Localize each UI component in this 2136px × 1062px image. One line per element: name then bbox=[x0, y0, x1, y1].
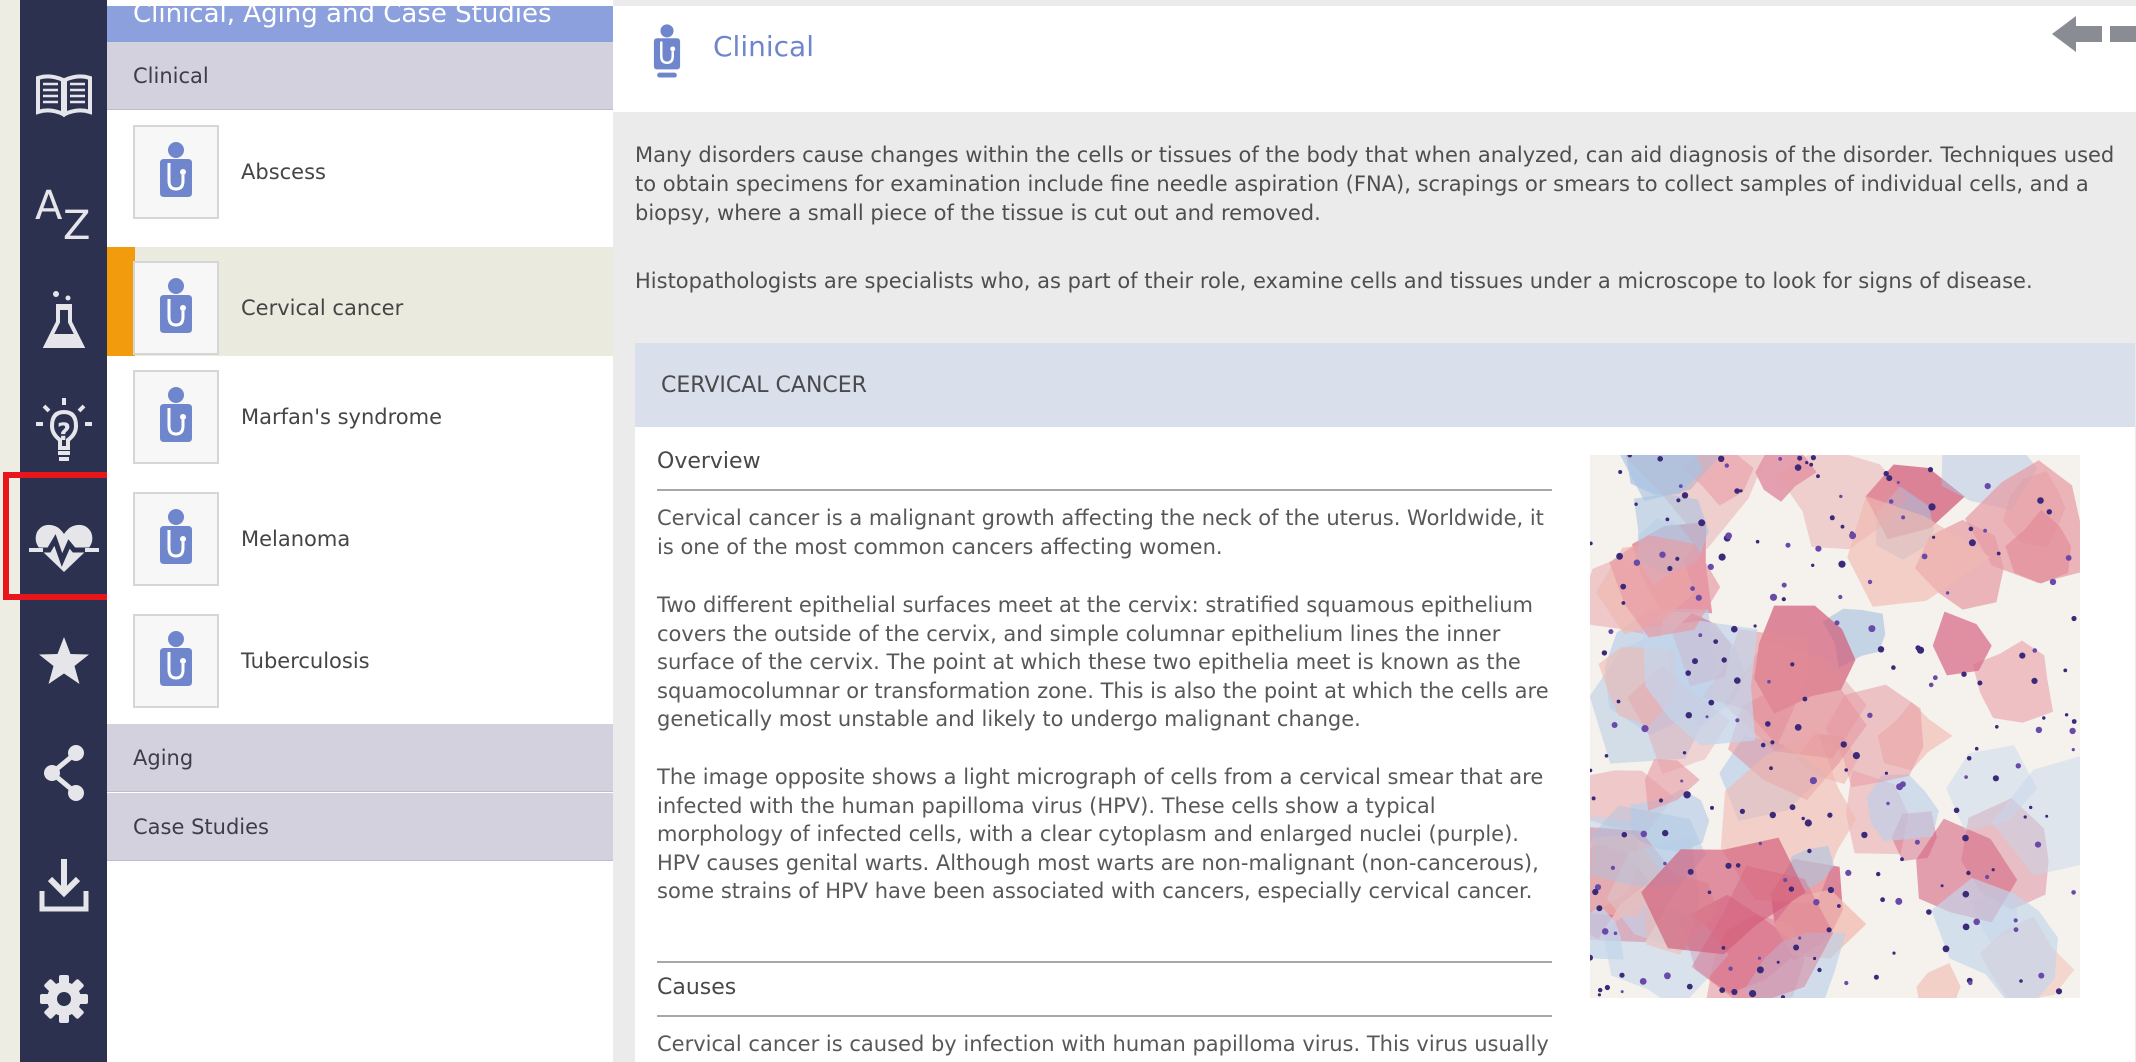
icon-rail: A Z ? bbox=[20, 0, 107, 1062]
category-case-studies[interactable]: Case Studies bbox=[107, 793, 613, 861]
intro-paragraph: Histopathologists are specialists who, a… bbox=[635, 269, 2033, 293]
section-title-causes: Causes bbox=[657, 975, 737, 1000]
intro-paragraph: Many disorders cause changes within the … bbox=[635, 143, 2115, 225]
causes-paragraph: Cervical cancer is caused by infection w… bbox=[657, 1032, 1549, 1056]
topic-list-header: Clinical, Aging and Case Studies bbox=[107, 6, 613, 42]
selected-indicator bbox=[107, 247, 135, 369]
cervical-smear-micrograph bbox=[1590, 455, 2080, 998]
topic-label: Melanoma bbox=[241, 527, 351, 551]
overview-paragraph: Two different epithelial surfaces meet a… bbox=[657, 593, 1549, 731]
topic-label: Cervical cancer bbox=[241, 296, 404, 320]
clinical-person-icon bbox=[649, 18, 685, 92]
section-title-overview: Overview bbox=[657, 449, 761, 474]
category-clinical[interactable]: Clinical bbox=[107, 42, 613, 110]
topic-item-melanoma[interactable]: Melanoma bbox=[107, 478, 613, 600]
section-divider bbox=[657, 961, 1552, 963]
topic-label: Abscess bbox=[241, 160, 326, 184]
content-header: Clinical bbox=[613, 6, 2136, 112]
svg-text:A: A bbox=[35, 185, 63, 229]
article-title: CERVICAL CANCER bbox=[635, 343, 2135, 427]
download-icon[interactable] bbox=[20, 850, 107, 920]
svg-text:Z: Z bbox=[63, 203, 90, 241]
book-icon[interactable] bbox=[20, 60, 107, 130]
share-icon[interactable] bbox=[20, 738, 107, 808]
topic-label: Tuberculosis bbox=[241, 649, 370, 673]
clinical-person-icon bbox=[133, 614, 219, 708]
heartbeat-icon[interactable] bbox=[20, 513, 107, 583]
topic-item-tuberculosis[interactable]: Tuberculosis bbox=[107, 600, 613, 722]
topic-item-marfans-syndrome[interactable]: Marfan's syndrome bbox=[107, 356, 613, 478]
topic-label: Marfan's syndrome bbox=[241, 405, 442, 429]
page-title: Clinical bbox=[713, 30, 814, 63]
section-divider bbox=[657, 489, 1552, 491]
idea-question-icon[interactable]: ? bbox=[20, 396, 107, 466]
topic-item-cervical-cancer[interactable]: Cervical cancer bbox=[107, 247, 613, 369]
overview-paragraph: The image opposite shows a light microgr… bbox=[657, 765, 1544, 903]
topic-list-panel: Clinical, Aging and Case Studies Clinica… bbox=[107, 0, 613, 1062]
clinical-person-icon bbox=[133, 370, 219, 464]
clinical-person-icon bbox=[133, 125, 219, 219]
clinical-person-icon bbox=[133, 492, 219, 586]
overview-paragraph: Cervical cancer is a malignant growth af… bbox=[657, 506, 1544, 559]
gear-icon[interactable] bbox=[20, 964, 107, 1034]
flask-icon[interactable] bbox=[20, 285, 107, 355]
section-divider bbox=[657, 1015, 1552, 1017]
back-arrow-icon[interactable] bbox=[2050, 12, 2136, 64]
category-aging[interactable]: Aging bbox=[107, 724, 613, 792]
star-icon[interactable] bbox=[20, 626, 107, 696]
article-panel: CERVICAL CANCER Overview Cervical cancer… bbox=[635, 343, 2135, 1062]
clinical-person-icon bbox=[133, 261, 219, 355]
topic-item-abscess[interactable]: Abscess bbox=[107, 111, 613, 233]
a-z-index-icon[interactable]: A Z bbox=[20, 178, 107, 248]
svg-text:?: ? bbox=[57, 418, 71, 446]
main-content: Clinical Many disorders cause changes wi… bbox=[613, 0, 2136, 1062]
